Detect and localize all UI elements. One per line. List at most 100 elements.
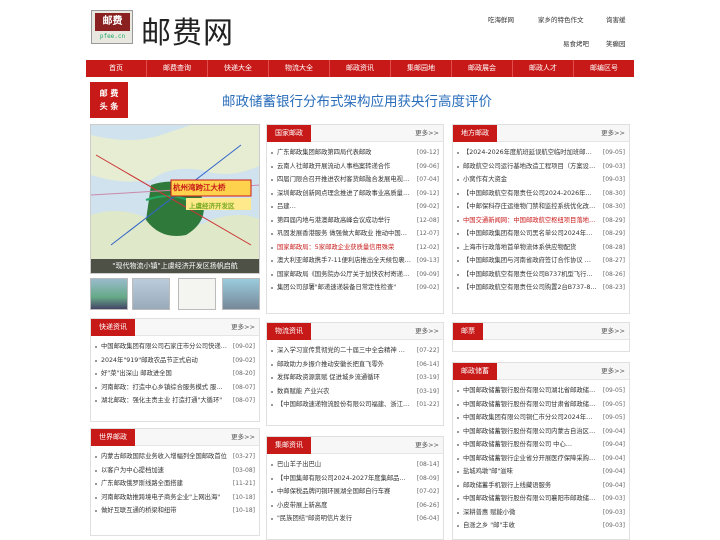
list-item[interactable]: 中国邮政集团有限公司铜仁市分公司2024年全… [09-05]	[453, 411, 629, 425]
list-item[interactable]: 中国邮政储蓄银行股份有限公司甘肃省邮政储蓄… [09-05]	[453, 398, 629, 412]
list-item[interactable]: 发挥邮政资源禀赋 促进城乡流通循环 [03-19]	[267, 371, 443, 385]
more-link[interactable]: 更多>>	[415, 125, 439, 142]
more-link[interactable]: 更多>>	[601, 363, 625, 380]
list-item[interactable]: 内蒙古邮政国际业务收入增幅列全国邮政首位 [03-27]	[91, 450, 259, 464]
list-item[interactable]: 自涨之乡 "邮"丰收 [09-03]	[453, 519, 629, 533]
list-item[interactable]: 数商赋能 产业兴农 [03-19]	[267, 385, 443, 399]
list-item[interactable]: 中国邮政集团有限公司石家庄市分公司快递包… [09-02]	[91, 340, 259, 354]
panel-title[interactable]: 物流资讯	[267, 323, 311, 340]
nav-item-jobs[interactable]: 邮政人才	[513, 60, 574, 77]
news-title[interactable]: 2024年"919"邮政农品节正式启动	[101, 354, 227, 368]
news-title[interactable]: 国家邮政局《国务院办公厅关于加快农村寄递物流…	[277, 268, 411, 282]
more-link[interactable]: 更多>>	[231, 319, 255, 336]
list-item[interactable]: 做好互联互通的桥梁和纽带 [10-18]	[91, 504, 259, 518]
top-link[interactable]: 笑癫园	[606, 38, 626, 48]
top-link[interactable]: 询害缓	[606, 14, 626, 24]
list-item[interactable]: 中国邮政储蓄银行股份有限公司内蒙古自治区邮… [09-04]	[453, 425, 629, 439]
news-title[interactable]: 【中国邮政集团与河南省政府签订合作协议 中国邮…	[463, 254, 597, 268]
news-title[interactable]: "民族团结"邮资明信片发行	[277, 512, 411, 526]
thumbnail-2[interactable]	[132, 278, 170, 310]
news-title[interactable]: 内蒙古邮政国际业务收入增幅列全国邮政首位	[101, 450, 227, 464]
panel-title[interactable]: 快递资讯	[91, 319, 135, 336]
news-title[interactable]: 中国邮政储蓄银行股份有限公司 中心…	[463, 438, 597, 452]
list-item[interactable]: 【中邮保科存庄运维物门禁和监控系统优化改造… [08-30]	[453, 200, 629, 214]
more-link[interactable]: 更多>>	[601, 323, 625, 340]
news-title[interactable]: 深入学习宣传贯彻党的二十届三中全会精神 推动…	[277, 344, 411, 358]
list-item[interactable]: 中国邮政储蓄银行股份有限公司襄阳市邮政储蓄… [09-03]	[453, 492, 629, 506]
list-item[interactable]: 河南邮政：打造中心乡镇综合服务模式 服务乡… [08-07]	[91, 381, 259, 395]
list-item[interactable]: 【中国邮政集团与河南省政府签订合作协议 中国邮… [08-27]	[453, 254, 629, 268]
panel-title[interactable]: 地方邮政	[453, 125, 497, 142]
list-item[interactable]: 2024年"919"邮政农品节正式启动 [09-02]	[91, 354, 259, 368]
news-title[interactable]: 小窝作有大资金	[463, 173, 597, 187]
news-title[interactable]: 巴山羊子出巴山	[277, 458, 411, 472]
news-title[interactable]: 中国邮政储蓄银行企业省分开展医疗保障采购项目(第二…	[463, 452, 597, 466]
list-item[interactable]: 好"菜"出深山 邮政进全国 [08-20]	[91, 367, 259, 381]
news-title[interactable]: 邮政航空公司运行基地改造工程项目（方案设计…	[463, 160, 597, 174]
slideshow-image[interactable]: 杭州湾跨江大桥 上虞经济开发区 "现代物流小镇"上虞经济开发区扬帆启航	[90, 124, 260, 274]
news-title[interactable]: 深圳邮政创新网点理念推进了邮政事业高质量发展…	[277, 187, 411, 201]
news-title[interactable]: 吕建…	[277, 200, 411, 214]
news-title[interactable]: 发挥邮政资源禀赋 促进城乡流通循环	[277, 371, 411, 385]
more-link[interactable]: 更多>>	[415, 323, 439, 340]
list-item[interactable]: 【中国集邮有限公司2024-2027年度集邮品定点服… [08-09]	[267, 472, 443, 486]
thumbnail-1[interactable]	[90, 278, 128, 310]
news-title[interactable]: 澳大利亚邮政携手7-11便利店推出全天候包裹储…	[277, 254, 411, 268]
site-logo[interactable]: 邮费 pfee.cn	[91, 10, 133, 44]
news-title[interactable]: 做好互联互通的桥梁和纽带	[101, 504, 227, 518]
thumbnail-3[interactable]	[178, 278, 216, 310]
list-item[interactable]: 湖北邮政：强化主责主业 打造打通"大循环" [08-07]	[91, 394, 259, 408]
nav-item-expo[interactable]: 邮政展会	[452, 60, 513, 77]
list-item[interactable]: 深圳邮政创新网点理念推进了邮政事业高质量发展… [09-12]	[267, 187, 443, 201]
news-title[interactable]: 【中国邮政航空有限责任公司B737机型飞行员租…	[463, 268, 597, 282]
list-item[interactable]: 广东邮政集团邮政第四局代表邮政 [09-12]	[267, 146, 443, 160]
news-title[interactable]: 第四届内地与港澳邮政高峰会议成功举行	[277, 214, 411, 228]
list-item[interactable]: 邮政助力乡振介推动安徽长把直飞零外 [06-14]	[267, 358, 443, 372]
list-item[interactable]: 四届门限合召开推进农村客货邮融合发展电视电… [07-04]	[267, 173, 443, 187]
news-title[interactable]: 【中国邮政速递物流股份有限公司福建、浙江部…	[277, 398, 411, 412]
news-title[interactable]: 好"菜"出深山 邮政进全国	[101, 367, 227, 381]
news-title[interactable]: 四届门限合召开推进农村客货邮融合发展电视电…	[277, 173, 411, 187]
list-item[interactable]: 中国交通新闻网：中国邮政航空枢纽项目落地郑州 [08-29]	[453, 214, 629, 228]
panel-title[interactable]: 世界邮政	[91, 429, 135, 446]
list-item[interactable]: 深耕普惠 赋能小微 [09-03]	[453, 506, 629, 520]
slideshow-caption[interactable]: "现代物流小镇"上虞经济开发区扬帆启航	[91, 259, 259, 273]
list-item[interactable]: 盐城鸡墩"邮"滋味 [09-04]	[453, 465, 629, 479]
list-item[interactable]: 广东邮政俄罗斯线路全面搭建 [11-21]	[91, 477, 259, 491]
nav-item-postage[interactable]: 邮费查询	[147, 60, 208, 77]
top-link[interactable]: 家乡的特色作文	[538, 14, 584, 24]
news-title[interactable]: 【中国集邮有限公司2024-2027年度集邮品定点服…	[277, 472, 411, 486]
news-title[interactable]: 中国交通新闻网：中国邮政航空枢纽项目落地郑州	[463, 214, 597, 228]
news-title[interactable]: 【中国邮政航空有限责任公司2024-2026年飞机地…	[463, 187, 597, 201]
news-title[interactable]: 中国邮政储蓄银行股份有限公司湖北省邮政储蓄…	[463, 384, 597, 398]
list-item[interactable]: 邮政航空公司运行基地改造工程项目（方案设计… [09-03]	[453, 160, 629, 174]
more-link[interactable]: 更多>>	[601, 125, 625, 142]
news-title[interactable]: 集团公司部署"邮递速递装备日常定性检查"	[277, 281, 411, 295]
news-title[interactable]: 邮政助力乡振介推动安徽长把直飞零外	[277, 358, 411, 372]
list-item[interactable]: 上海市行政落地首单物流体系供应物配货 [08-28]	[453, 241, 629, 255]
news-title[interactable]: 湖北邮政：强化主责主业 打造打通"大循环"	[101, 394, 227, 408]
nav-item-home[interactable]: 首页	[86, 60, 147, 77]
news-title[interactable]: 邮政储蓄手机银行上线藏语服务	[463, 479, 597, 493]
nav-item-news[interactable]: 邮政资讯	[330, 60, 391, 77]
list-item[interactable]: 巩固发展香港服务 做强做大邮政业 推动中国邮… [12-07]	[267, 227, 443, 241]
list-item[interactable]: 国家邮政局：5家邮政企业获质量信用殊荣 [12-02]	[267, 241, 443, 255]
news-title[interactable]: 小皮带展上新高度	[277, 499, 411, 513]
list-item[interactable]: 中邮保税品牌问铜环展湖全国邮自行车赛 [07-02]	[267, 485, 443, 499]
list-item[interactable]: 【2024-2026年度航班延误航空临时加班邮路业务外包… [09-05]	[453, 146, 629, 160]
nav-item-philately[interactable]: 集邮园地	[391, 60, 452, 77]
list-item[interactable]: 第四届内地与港澳邮政高峰会议成功举行 [12-08]	[267, 214, 443, 228]
news-title[interactable]: 河南邮政：打造中心乡镇综合服务模式 服务乡…	[101, 381, 227, 395]
list-item[interactable]: 邮政储蓄手机银行上线藏语服务 [09-04]	[453, 479, 629, 493]
news-title[interactable]: 中国邮政集团有限公司石家庄市分公司快递包…	[101, 340, 227, 354]
panel-title[interactable]: 邮票	[453, 323, 483, 340]
panel-title[interactable]: 邮政储蓄	[453, 363, 497, 380]
news-title[interactable]: 河南邮政助推跨境电子商务企业"上网出海"	[101, 491, 227, 505]
nav-item-postcode[interactable]: 邮编区号	[574, 60, 634, 77]
panel-title[interactable]: 国家邮政	[267, 125, 311, 142]
news-title[interactable]: 云南人社邮政开展流动人事档案转递合作	[277, 160, 411, 174]
news-title[interactable]: 巩固发展香港服务 做强做大邮政业 推动中国邮…	[277, 227, 411, 241]
list-item[interactable]: 以客户为中心提档加速 [03-08]	[91, 464, 259, 478]
news-title[interactable]: 国家邮政局：5家邮政企业获质量信用殊荣	[277, 241, 411, 255]
more-link[interactable]: 更多>>	[415, 437, 439, 454]
